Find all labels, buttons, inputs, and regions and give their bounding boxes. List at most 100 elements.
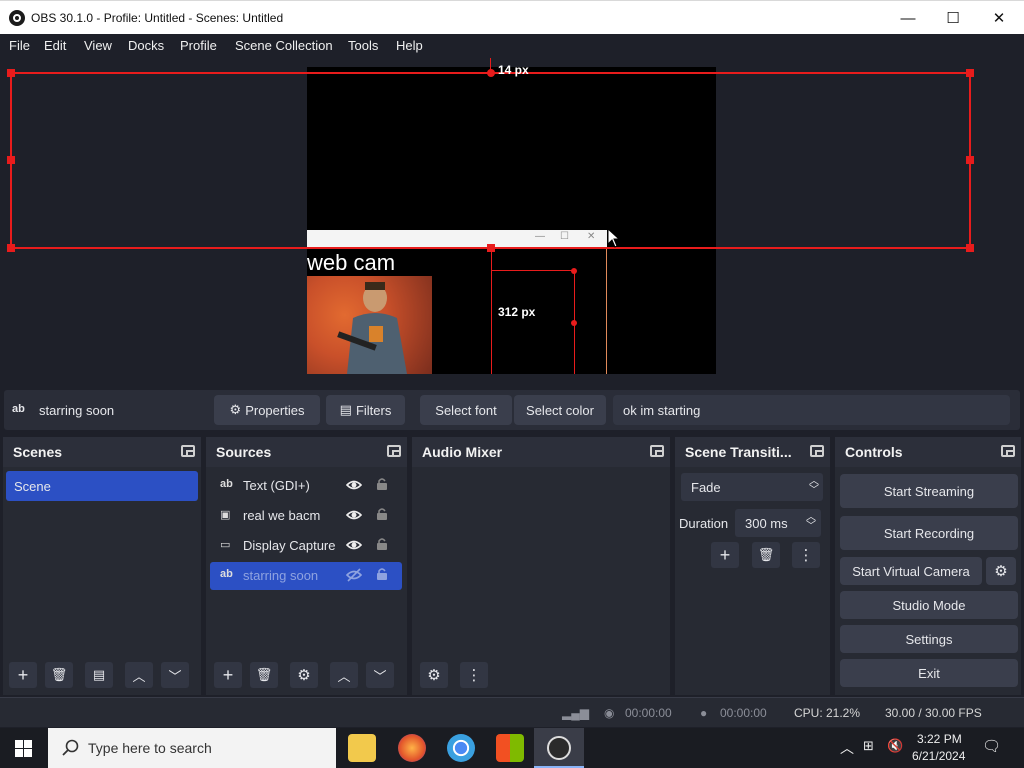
source-item-selected[interactable]: ab starring soon: [210, 562, 402, 590]
move-scene-down-button[interactable]: ﹀: [161, 662, 189, 688]
settings-button[interactable]: Settings: [840, 625, 1018, 653]
move-source-up-button[interactable]: ︿: [330, 662, 358, 688]
transition-select-value: Fade: [691, 480, 721, 495]
source-item[interactable]: ▭ Display Capture: [210, 532, 402, 560]
lock-icon[interactable]: [376, 477, 388, 491]
controls-title: Controls: [845, 444, 903, 460]
source-properties-button[interactable]: ⚙: [290, 662, 318, 688]
remove-scene-button[interactable]: 🗑: [45, 662, 73, 688]
transition-menu-button[interactable]: ⋮: [792, 542, 820, 568]
scene-transitions-dock: Scene Transiti... Fade ︿ ﹀ Duration 300 m…: [675, 437, 830, 695]
volume-muted-icon[interactable]: 🔇: [887, 738, 903, 754]
selected-source-name: starring soon: [39, 403, 115, 418]
network-icon[interactable]: ⊞: [863, 738, 874, 754]
eye-icon[interactable]: [346, 538, 362, 552]
transition-select[interactable]: Fade ︿ ﹀: [681, 473, 823, 501]
menu-profile[interactable]: Profile: [180, 38, 217, 53]
menu-help[interactable]: Help: [396, 38, 423, 53]
chrome-icon[interactable]: [447, 734, 475, 762]
sources-dock: Sources ab Text (GDI+) ▣ real we bacm ▭ …: [206, 437, 407, 695]
resize-handle[interactable]: [966, 156, 974, 164]
window-title: OBS 30.1.0 - Profile: Untitled - Scenes:…: [31, 11, 284, 25]
audio-settings-button[interactable]: ⚙: [420, 662, 448, 688]
undock-icon[interactable]: [181, 445, 195, 457]
exit-button[interactable]: Exit: [840, 659, 1018, 687]
taskbar: Type here to search ︿ ⊞ 🔇 3:22 PM 6/21/2…: [0, 728, 1024, 768]
filters-label: Filters: [355, 402, 392, 418]
updown-icon: ︿ ﹀: [806, 512, 816, 532]
source-item[interactable]: ▣ real we bacm: [210, 502, 402, 530]
maximize-button[interactable]: ☐: [930, 1, 976, 35]
minimize-button[interactable]: —: [885, 1, 931, 35]
resize-handle[interactable]: [7, 244, 15, 252]
menu-tools[interactable]: Tools: [348, 38, 378, 53]
add-transition-button[interactable]: +: [711, 542, 739, 568]
select-font-button[interactable]: Select font: [420, 395, 512, 425]
resize-handle[interactable]: [571, 320, 577, 326]
add-source-button[interactable]: +: [214, 662, 242, 688]
undock-icon[interactable]: [650, 445, 664, 457]
filters-button[interactable]: ▤ Filters: [326, 395, 405, 425]
windows-start-icon[interactable]: [15, 740, 32, 757]
resize-handle[interactable]: [966, 69, 974, 77]
properties-button[interactable]: ⚙ Properties: [214, 395, 320, 425]
title-bar: OBS 30.1.0 - Profile: Untitled - Scenes:…: [0, 0, 1024, 34]
eye-icon[interactable]: [346, 508, 362, 522]
add-scene-button[interactable]: +: [9, 662, 37, 688]
undock-icon[interactable]: [810, 445, 824, 457]
remove-transition-button[interactable]: 🗑: [752, 542, 780, 568]
scene-filters-button[interactable]: ▤: [85, 662, 113, 688]
scene-item[interactable]: Scene: [6, 471, 198, 501]
controls-header: Controls: [835, 437, 1021, 467]
menu-edit[interactable]: Edit: [44, 38, 66, 53]
eye-icon[interactable]: [346, 478, 362, 492]
clock-date[interactable]: 6/21/2024: [912, 749, 965, 763]
select-color-button[interactable]: Select color: [514, 395, 606, 425]
lock-icon[interactable]: [376, 537, 388, 551]
source-item[interactable]: ab Text (GDI+): [210, 472, 402, 500]
file-explorer-icon[interactable]: [348, 734, 376, 762]
filter-icon: ▤: [339, 402, 352, 417]
search-icon: [62, 739, 79, 756]
move-source-down-button[interactable]: ﹀: [366, 662, 394, 688]
image-icon: ▣: [220, 509, 231, 521]
eye-hidden-icon[interactable]: [346, 568, 362, 582]
resize-handle[interactable]: [487, 69, 495, 77]
audio-mixer-header: Audio Mixer: [412, 437, 670, 467]
remove-source-button[interactable]: 🗑: [250, 662, 278, 688]
resize-handle[interactable]: [571, 268, 577, 274]
menu-docks[interactable]: Docks: [128, 38, 164, 53]
scene-item-label: Scene: [14, 479, 51, 494]
resize-handle[interactable]: [7, 69, 15, 77]
taskbar-search[interactable]: Type here to search: [48, 728, 336, 768]
lock-icon[interactable]: [376, 567, 388, 581]
obs-taskbar-button[interactable]: [534, 728, 584, 768]
menu-scene-collection[interactable]: Scene Collection: [235, 38, 333, 53]
lock-icon[interactable]: [376, 507, 388, 521]
clock-time[interactable]: 3:22 PM: [917, 732, 962, 746]
resize-handle[interactable]: [966, 244, 974, 252]
undock-icon[interactable]: [387, 445, 401, 457]
audio-menu-button[interactable]: ⋮: [460, 662, 488, 688]
menu-view[interactable]: View: [84, 38, 112, 53]
source-item-label: real we bacm: [243, 508, 321, 523]
text-input[interactable]: ok im starting: [613, 395, 1010, 425]
undock-icon[interactable]: [1001, 445, 1015, 457]
audio-mixer-title: Audio Mixer: [422, 444, 503, 460]
virtual-camera-settings-button[interactable]: ⚙: [986, 557, 1016, 585]
menu-file[interactable]: File: [9, 38, 30, 53]
notifications-icon[interactable]: 🗨: [982, 737, 1001, 755]
start-virtual-camera-button[interactable]: Start Virtual Camera: [840, 557, 982, 585]
tray-chevron-icon[interactable]: ︿: [840, 738, 854, 758]
resize-handle[interactable]: [7, 156, 15, 164]
start-recording-button[interactable]: Start Recording: [840, 516, 1018, 550]
mouse-cursor-icon: [607, 228, 621, 248]
close-button[interactable]: ✕: [976, 1, 1022, 35]
duration-spinbox[interactable]: 300 ms ︿ ﹀: [735, 509, 821, 537]
start-streaming-button[interactable]: Start Streaming: [840, 474, 1018, 508]
move-scene-up-button[interactable]: ︿: [125, 662, 153, 688]
record-time: 00:00:00: [720, 706, 767, 720]
store-icon[interactable]: [496, 734, 524, 762]
studio-mode-button[interactable]: Studio Mode: [840, 591, 1018, 619]
firefox-icon[interactable]: [398, 734, 426, 762]
